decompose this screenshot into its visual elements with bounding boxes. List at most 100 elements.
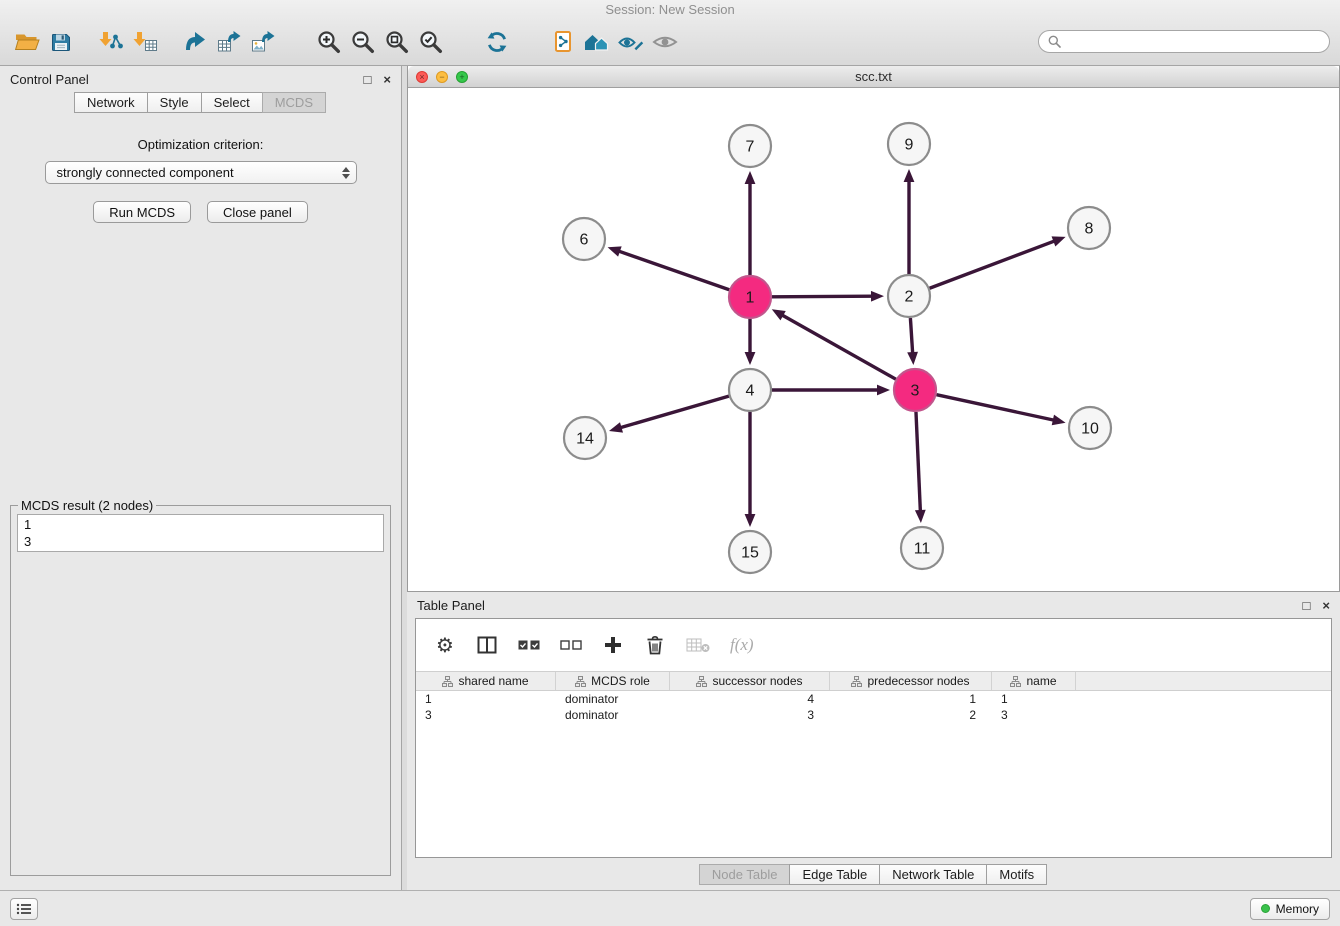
control-panel-close-button[interactable]: × bbox=[383, 73, 391, 86]
open-file-button[interactable] bbox=[10, 24, 44, 60]
eye-icon bbox=[651, 32, 679, 52]
close-mcds-panel-button[interactable]: Close panel bbox=[207, 201, 308, 223]
control-panel-float-button[interactable]: □ bbox=[364, 73, 372, 86]
column-header-successor-nodes[interactable]: successor nodes bbox=[670, 672, 830, 690]
graph-edge-2-8[interactable] bbox=[930, 236, 1066, 288]
table-cell[interactable]: 1 bbox=[830, 691, 992, 707]
table-cell[interactable]: 1 bbox=[992, 691, 1076, 707]
select-all-button[interactable] bbox=[518, 633, 540, 657]
ui-options-button[interactable] bbox=[10, 898, 38, 920]
refresh-icon bbox=[484, 29, 510, 55]
table-tab-node-table[interactable]: Node Table bbox=[699, 864, 791, 885]
save-session-button[interactable] bbox=[44, 24, 78, 60]
table-cell[interactable]: 3 bbox=[670, 707, 830, 723]
graph-node-6[interactable]: 6 bbox=[563, 218, 605, 260]
control-tab-style[interactable]: Style bbox=[147, 92, 202, 113]
graph-node-8[interactable]: 8 bbox=[1068, 207, 1110, 249]
window-zoom-button[interactable]: + bbox=[456, 71, 468, 83]
graph-edge-1-4[interactable] bbox=[745, 319, 756, 365]
zoom-in-button[interactable] bbox=[312, 24, 346, 60]
graph-edge-2-3[interactable] bbox=[907, 318, 918, 365]
main-toolbar bbox=[0, 18, 1340, 65]
graph-node-label: 11 bbox=[914, 541, 931, 558]
graph-edge-4-3[interactable] bbox=[772, 385, 890, 396]
column-header-predecessor-nodes[interactable]: predecessor nodes bbox=[830, 672, 992, 690]
application-window: Session: New Session bbox=[0, 0, 1340, 926]
refresh-view-button[interactable] bbox=[480, 24, 514, 60]
graph-edge-1-7[interactable] bbox=[745, 171, 756, 275]
network-canvas[interactable]: 7 9 6 8 1 2 4 3 14 10 15 11 bbox=[408, 88, 1339, 591]
status-bar: Memory bbox=[0, 890, 1340, 926]
graph-edge-1-2[interactable] bbox=[772, 291, 884, 302]
graph-node-3[interactable]: 3 bbox=[894, 369, 936, 411]
graph-edge-3-10[interactable] bbox=[936, 395, 1065, 426]
graph-node-4[interactable]: 4 bbox=[729, 369, 771, 411]
table-tab-motifs[interactable]: Motifs bbox=[986, 864, 1047, 885]
table-row[interactable]: 3dominator323 bbox=[416, 707, 1331, 723]
show-graphics-details-button[interactable] bbox=[648, 24, 682, 60]
graph-node-14[interactable]: 14 bbox=[564, 417, 606, 459]
import-table-button[interactable] bbox=[128, 24, 162, 60]
table-cell[interactable]: 3 bbox=[416, 707, 556, 723]
control-tab-mcds[interactable]: MCDS bbox=[262, 92, 326, 113]
table-panel-float-button[interactable]: □ bbox=[1303, 599, 1311, 612]
control-tab-select[interactable]: Select bbox=[201, 92, 263, 113]
table-tab-network-table[interactable]: Network Table bbox=[879, 864, 987, 885]
unselect-all-button[interactable] bbox=[560, 633, 582, 657]
table-panel-close-button[interactable]: × bbox=[1322, 599, 1330, 612]
function-builder-button[interactable]: f(x) bbox=[730, 633, 754, 657]
graph-node-11[interactable]: 11 bbox=[901, 527, 943, 569]
zoom-selected-button[interactable] bbox=[414, 24, 448, 60]
window-minimize-button[interactable]: − bbox=[436, 71, 448, 83]
search-icon bbox=[1048, 35, 1061, 48]
show-columns-button[interactable] bbox=[476, 633, 498, 657]
table-cell[interactable]: 3 bbox=[992, 707, 1076, 723]
search-box[interactable] bbox=[1038, 30, 1330, 53]
table-tab-edge-table[interactable]: Edge Table bbox=[789, 864, 880, 885]
control-tab-network[interactable]: Network bbox=[74, 92, 148, 113]
window-close-button[interactable]: × bbox=[416, 71, 428, 83]
mcds-result-list[interactable]: 13 bbox=[17, 514, 384, 552]
graph-edge-4-14[interactable] bbox=[609, 396, 729, 432]
table-row[interactable]: 1dominator411 bbox=[416, 691, 1331, 707]
column-header-name[interactable]: name bbox=[992, 672, 1076, 690]
duplicate-network-button[interactable] bbox=[546, 24, 580, 60]
create-column-button[interactable] bbox=[602, 633, 624, 657]
table-cell[interactable]: 2 bbox=[830, 707, 992, 723]
graph-edge-4-15[interactable] bbox=[745, 412, 756, 527]
graph-edge-3-11[interactable] bbox=[915, 412, 926, 523]
visual-properties-button[interactable] bbox=[614, 24, 648, 60]
search-input[interactable] bbox=[1067, 34, 1320, 49]
delete-table-button[interactable] bbox=[686, 633, 710, 657]
zoom-fit-button[interactable] bbox=[380, 24, 414, 60]
criterion-dropdown[interactable]: strongly connected component bbox=[45, 161, 357, 184]
graph-node-10[interactable]: 10 bbox=[1069, 407, 1111, 449]
import-network-button[interactable] bbox=[94, 24, 128, 60]
export-network-button[interactable] bbox=[178, 24, 212, 60]
table-cell[interactable]: dominator bbox=[556, 707, 670, 723]
graph-node-15[interactable]: 15 bbox=[729, 531, 771, 573]
graph-node-7[interactable]: 7 bbox=[729, 125, 771, 167]
run-mcds-button[interactable]: Run MCDS bbox=[93, 201, 191, 223]
column-header-mcds-role[interactable]: MCDS role bbox=[556, 672, 670, 690]
columns-icon bbox=[477, 636, 497, 654]
table-cell[interactable]: 1 bbox=[416, 691, 556, 707]
mcds-result-group: MCDS result (2 nodes) 13 bbox=[10, 498, 391, 876]
delete-column-button[interactable] bbox=[644, 633, 666, 657]
table-panel-title: Table Panel bbox=[417, 598, 485, 613]
export-image-button[interactable] bbox=[246, 24, 280, 60]
graph-edge-3-1[interactable] bbox=[772, 309, 896, 379]
table-settings-button[interactable]: ⚙ bbox=[434, 633, 456, 657]
export-table-button[interactable] bbox=[212, 24, 246, 60]
table-cell[interactable]: 4 bbox=[670, 691, 830, 707]
graph-node-9[interactable]: 9 bbox=[888, 123, 930, 165]
home-button[interactable] bbox=[580, 24, 614, 60]
graph-node-2[interactable]: 2 bbox=[888, 275, 930, 317]
table-cell[interactable]: dominator bbox=[556, 691, 670, 707]
column-header-shared-name[interactable]: shared name bbox=[416, 672, 556, 690]
graph-edge-1-6[interactable] bbox=[608, 246, 730, 289]
zoom-out-button[interactable] bbox=[346, 24, 380, 60]
graph-node-1[interactable]: 1 bbox=[729, 276, 771, 318]
memory-button[interactable]: Memory bbox=[1250, 898, 1330, 920]
graph-edge-2-9[interactable] bbox=[904, 169, 915, 274]
